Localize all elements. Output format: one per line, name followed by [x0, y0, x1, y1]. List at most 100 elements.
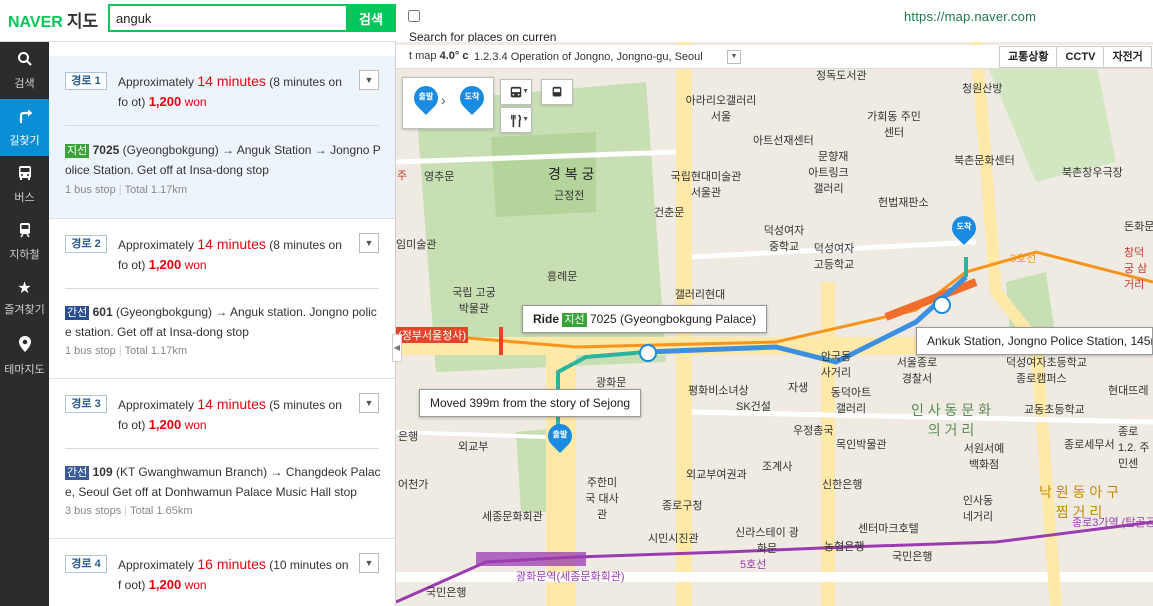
top-search-bar: NAVER지도 검색 [0, 0, 396, 42]
chevron-down-icon[interactable]: ▼ [359, 393, 379, 413]
bus-icon [17, 165, 33, 186]
label-anguk-intersection: 안국동 사거리 [820, 351, 852, 379]
nav-subway-label: 지하철 [9, 248, 40, 261]
start-marker[interactable]: 출발 [543, 419, 577, 454]
label-jongno-tax: 종로세무서 [1064, 439, 1115, 451]
route-item-2[interactable]: 경로 2 Approximately 14 minutes (8 minutes… [49, 219, 395, 379]
tab-traffic[interactable]: 교통상황 [1000, 47, 1058, 67]
label-shinhan-bank: 신한은행 [822, 479, 863, 491]
label-jaseng: 자생 [788, 382, 809, 394]
map-address: 1.2.3.4 Operation of Jongno, Jongno-gu, … [474, 51, 703, 63]
label-center-mark: 센터마크호텔 [858, 523, 919, 535]
label-peace-statue: 평화비소녀상 [688, 385, 749, 397]
search-icon [17, 51, 33, 72]
label-us-embassy: 주한미국 대사관 [585, 477, 619, 521]
label-dongduk-gallery: 동덕아트 갤러리 [830, 387, 872, 415]
subway-icon [550, 84, 564, 100]
subway-icon [17, 222, 33, 243]
logo-main: NAVER [8, 14, 63, 31]
label-geonchunmun: 건춘문 [654, 207, 685, 219]
walk-icon[interactable] [933, 296, 951, 314]
chevron-left-icon[interactable]: ◀ [392, 334, 402, 362]
chevron-down-icon[interactable]: ▼ [359, 70, 379, 90]
label-sk-ec: SK건설 [736, 401, 771, 413]
route-item-3[interactable]: 경로 3 Approximately 14 minutes (5 minutes… [49, 379, 395, 539]
search-input[interactable] [108, 4, 348, 32]
label-art-museum-w: 임미술관 [396, 239, 437, 251]
label-gyodong: 교동초등학교 [1024, 404, 1085, 416]
ride-tooltip: Ride 지선 7025 (Gyeongbokgung Palace) [522, 305, 768, 333]
label-artsonje: 아트선재센터 [753, 135, 814, 147]
label-gwanghwamun-station: 광화문역(세종문화회관) [516, 571, 625, 583]
left-nav: 검색 길찾기 버스 지하철 ★ 즐겨찾기 테마지도 [0, 42, 49, 606]
subway-mode-button[interactable] [541, 79, 573, 105]
label-duksung-high: 덕성여자 고등학교 [813, 243, 855, 271]
label-duksung-elementary: 덕성여자초등학교 [1006, 357, 1087, 369]
nav-bus-label: 버스 [14, 191, 35, 204]
label-hyundai: 현대뜨레 [1108, 385, 1149, 397]
divider [65, 448, 379, 449]
tab-cctv[interactable]: CCTV [1057, 47, 1105, 67]
route-bus-detail: 간선 109 (KT Gwanghwamun Branch) → Changde… [65, 465, 381, 499]
nav-favorites-label: 즐겨찾기 [4, 304, 45, 316]
label-arario-gallery: 아라리오갤러리 서울 [685, 95, 757, 123]
logo-sub: 지도 [66, 12, 99, 31]
nav-theme-map[interactable]: 테마지도 [0, 327, 49, 384]
label-mokin: 목인박물관 [836, 439, 887, 451]
route-summary: Approximately 14 minutes (8 minutes on f… [118, 236, 342, 272]
destination-pin[interactable]: 도착 [455, 81, 489, 116]
nav-bus[interactable]: 버스 [0, 156, 49, 213]
nav-directions[interactable]: 길찾기 [0, 99, 49, 156]
label-mofa: 외교부 [458, 441, 489, 453]
label-jongno-campus: 종로캠퍼스 [1016, 373, 1067, 385]
map-layer-tabs: 교통상황 CCTV 자전거 [999, 46, 1152, 68]
temperature: 4.0° c [439, 50, 469, 62]
label-yeongchumun: 영추문 [424, 171, 455, 183]
route-summary: Approximately 16 minutes (10 minutes on … [118, 556, 349, 592]
restaurant-mode-button[interactable]: ▼ [500, 107, 532, 133]
anguk-tooltip: Ankuk Station, Jongno Police Station, 14… [916, 327, 1153, 355]
label-gahoe: 가회동 주민센터 [867, 111, 921, 139]
route-meta: 3 bus stops | Total 1.65km [65, 505, 193, 517]
naver-logo[interactable]: NAVER 지도 [8, 7, 98, 32]
label-duksung-middle: 덕성여자 중학교 [763, 225, 805, 253]
search-current-checkbox[interactable] [408, 10, 420, 22]
label-library: 정독도서관 [816, 70, 867, 82]
walk-tooltip: Moved 399m from the story of Sejong [419, 389, 642, 417]
chevron-down-icon[interactable]: ▼ [727, 50, 741, 64]
label-insa-intersection: 인사동 네거리 [962, 495, 994, 523]
nav-directions-label: 길찾기 [9, 134, 40, 147]
label-national-art-museum: 국립현대미술관 서울관 [670, 171, 742, 199]
pin-icon [18, 335, 32, 358]
label-kookmin-bank-2: 국민은행 [426, 587, 467, 599]
label-national-palace-museum: 국립 고궁박물관 [452, 287, 496, 315]
label-changdeok: 창덕궁 삼거리 [1124, 247, 1148, 291]
route-tag: 경로 2 [65, 235, 107, 253]
tab-bicycle[interactable]: 자전거 [1104, 47, 1150, 67]
route-meta: 1 bus stop | Total 1.17km [65, 184, 187, 196]
origin-pin[interactable]: 출발 [409, 81, 443, 116]
fork-knife-icon [509, 112, 523, 128]
bus-stop-icon[interactable] [639, 344, 657, 362]
nav-subway[interactable]: 지하철 [0, 213, 49, 270]
bus-mode-button[interactable]: ▼ [500, 79, 532, 105]
route-tag: 경로 4 [65, 555, 107, 573]
nav-search[interactable]: 검색 [0, 42, 49, 99]
label-geunjeongjeon: 근정전 [554, 190, 585, 202]
label-shilla-stay: 신라스테이 광화문 [735, 527, 799, 555]
weather: t map 4.0° c [409, 50, 468, 62]
search-button[interactable]: 검색 [346, 4, 396, 32]
label-government-complex: (정부서울청사) [396, 327, 469, 343]
nav-favorites[interactable]: ★ 즐겨찾기 [0, 270, 49, 327]
label-kookmin-bank: 국민은행 [892, 551, 933, 563]
route-item-1[interactable]: 경로 1 Approximately 14 minutes (8 minutes… [49, 56, 395, 219]
chevron-down-icon[interactable]: ▼ [359, 553, 379, 573]
route-item-4[interactable]: 경로 4 Approximately 16 minutes (10 minute… [49, 539, 395, 606]
route-bus-detail: 간선 601 (Gyeongbokgung) → Anguk station. … [65, 305, 377, 339]
end-marker[interactable]: 도착 [947, 211, 981, 246]
label-seowon: 서원서예 백화점 [963, 443, 1005, 471]
search-current-checkbox-wrap[interactable] [408, 10, 424, 26]
route-bus-detail: 지선 7025 (Gyeongbokgung) → Anguk Station … [65, 143, 381, 177]
chevron-down-icon[interactable]: ▼ [359, 233, 379, 253]
label-constitutional-court: 헌법재판소 [878, 197, 929, 209]
